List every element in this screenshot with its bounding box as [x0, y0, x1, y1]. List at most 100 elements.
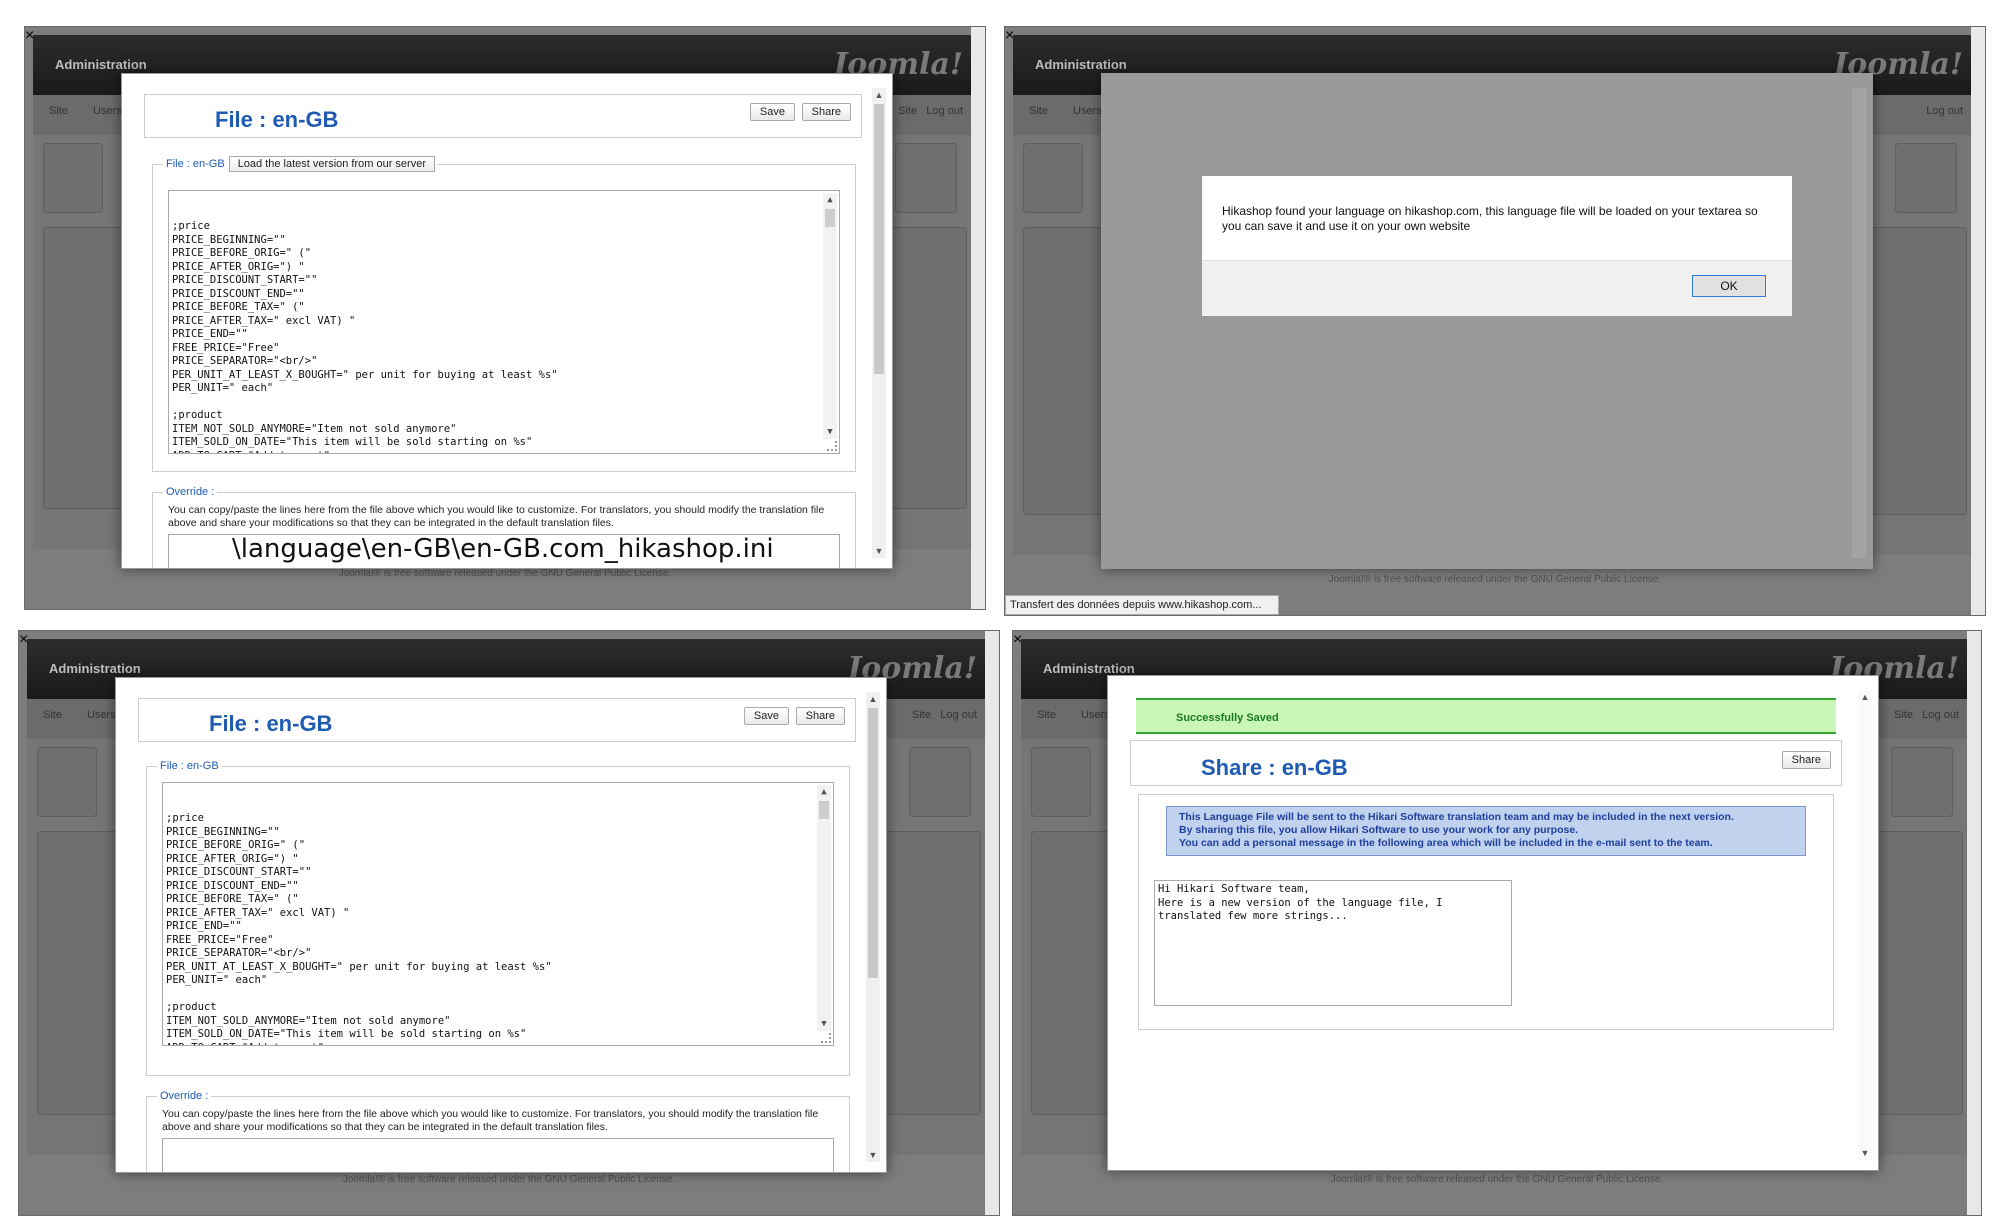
language-file-modal: File : en-GB Save Share File : en-GB ;pr… [115, 677, 887, 1173]
chevron-down-icon[interactable]: ▼ [872, 544, 886, 558]
file-path-annotation: \language\en-GB\en-GB.com_hikashop.ini [232, 534, 774, 564]
modal-scrollbar[interactable]: ▲ ▼ [1858, 690, 1872, 1160]
page-scrollbar[interactable] [971, 27, 985, 609]
dashboard-icon [1895, 143, 1957, 213]
share-title: Share : en-GB [1201, 755, 1348, 780]
success-message-bar: Successfully Saved [1136, 698, 1836, 734]
share-info-box: This Language File will be sent to the H… [1166, 806, 1806, 856]
view-site-link[interactable]: Site [912, 709, 931, 721]
language-file-modal: File : en-GB Save Share File : en-GB Load… [121, 73, 893, 569]
dashboard-icon [909, 747, 971, 817]
share-button[interactable]: Share [795, 707, 845, 725]
admin-title: Administration [49, 661, 141, 676]
chevron-up-icon[interactable]: ▲ [872, 88, 886, 102]
scroll-thumb[interactable] [825, 209, 835, 227]
share-button[interactable]: Share [1781, 751, 1831, 769]
chevron-down-icon[interactable]: ▼ [866, 1148, 880, 1162]
textarea-scrollbar[interactable]: ▲ ▼ [823, 193, 837, 439]
tools-icon [37, 747, 97, 817]
share-modal: Successfully Saved Share : en-GB Share T… [1107, 675, 1879, 1171]
file-toolbar: File : en-GB Save Share [144, 94, 862, 138]
admin-title: Administration [1043, 661, 1135, 676]
modal-scrollbar[interactable] [1852, 88, 1866, 558]
logout-link[interactable]: Log out [940, 709, 977, 721]
tools-icon [43, 143, 103, 213]
chevron-up-icon[interactable]: ▲ [866, 692, 880, 706]
page-scrollbar[interactable] [1967, 631, 1981, 1215]
browser-status-bar: Transfert des données depuis www.hikasho… [1005, 595, 1279, 615]
panel-top-right: Administration Joomla! Site Users Log ou… [1004, 26, 1986, 616]
override-legend: Override : [160, 1090, 209, 1102]
panel-bottom-right: Administration Joomla! Site Users Site L… [1012, 630, 1982, 1216]
chevron-up-icon[interactable]: ▲ [817, 785, 831, 799]
file-content: ;price PRICE_BEGINNING="" PRICE_BEFORE_O… [166, 812, 552, 1045]
logout-link[interactable]: Log out [926, 105, 963, 117]
menu-site[interactable]: Site [1029, 105, 1048, 117]
logout-link[interactable]: Log out [1922, 709, 1959, 721]
menu-users[interactable]: Users [87, 709, 116, 721]
dialog-message: Hikashop found your language on hikashop… [1222, 204, 1758, 233]
file-content: ;price PRICE_BEGINNING="" PRICE_BEFORE_O… [172, 220, 558, 453]
share-info-line2: By sharing this file, you allow Hikari S… [1179, 824, 1579, 836]
file-legend: File : en-GB [166, 158, 225, 170]
file-title: File : en-GB [209, 711, 333, 736]
tools-icon [1031, 747, 1091, 817]
chevron-down-icon[interactable]: ▼ [817, 1017, 831, 1031]
menu-site[interactable]: Site [43, 709, 62, 721]
file-content-textarea[interactable]: ;price PRICE_BEGINNING="" PRICE_BEFORE_O… [162, 782, 834, 1046]
save-button[interactable]: Save [749, 103, 795, 121]
logout-link[interactable]: Log out [1926, 105, 1963, 117]
file-content-textarea[interactable]: ;price PRICE_BEGINNING="" PRICE_BEFORE_O… [168, 190, 840, 454]
success-message: Successfully Saved [1176, 712, 1279, 724]
view-site-link[interactable]: Site [1894, 709, 1913, 721]
modal-scrollbar[interactable]: ▲ ▼ [866, 692, 880, 1162]
menu-users[interactable]: Users [1081, 709, 1110, 721]
save-button[interactable]: Save [743, 707, 789, 725]
dialog-footer: OK [1202, 260, 1792, 316]
scroll-thumb[interactable] [874, 104, 884, 374]
share-info-line1: This Language File will be sent to the H… [1179, 811, 1734, 823]
page-scrollbar[interactable] [1971, 27, 1985, 615]
file-toolbar: File : en-GB Save Share [138, 698, 856, 742]
override-textarea[interactable] [162, 1138, 834, 1172]
dashboard-icon [1891, 747, 1953, 817]
override-legend: Override : [166, 486, 215, 498]
chevron-down-icon[interactable]: ▼ [1858, 1146, 1872, 1160]
share-info-line3: You can add a personal message in the fo… [1179, 837, 1713, 849]
share-message-textarea[interactable]: Hi Hikari Software team, Here is a new v… [1154, 880, 1512, 1006]
admin-footer: Joomla!® is free software released under… [342, 1174, 676, 1185]
override-help-text: You can copy/paste the lines here from t… [168, 504, 825, 529]
admin-title: Administration [1035, 57, 1127, 72]
menu-users[interactable]: Users [1073, 105, 1102, 117]
resize-grip-icon[interactable] [821, 1033, 831, 1043]
admin-footer: Joomla!® is free software released under… [1330, 1174, 1664, 1185]
ok-button[interactable]: OK [1692, 275, 1766, 297]
load-latest-button[interactable]: Load the latest version from our server [228, 156, 435, 172]
admin-title: Administration [55, 57, 147, 72]
override-help-text: You can copy/paste the lines here from t… [162, 1108, 819, 1133]
resize-grip-icon[interactable] [827, 441, 837, 451]
modal-scrollbar[interactable]: ▲ ▼ [872, 88, 886, 558]
chevron-up-icon[interactable]: ▲ [823, 193, 837, 207]
menu-site[interactable]: Site [1037, 709, 1056, 721]
file-title: File : en-GB [215, 107, 339, 132]
scroll-thumb[interactable] [819, 801, 829, 819]
language-found-dialog: Hikashop found your language on hikashop… [1201, 175, 1793, 317]
chevron-up-icon[interactable]: ▲ [1858, 690, 1872, 704]
panel-bottom-left: Administration Joomla! Site Users Site L… [18, 630, 1000, 1216]
scroll-thumb[interactable] [868, 708, 878, 978]
share-button[interactable]: Share [801, 103, 851, 121]
dashboard-icon [895, 143, 957, 213]
menu-site[interactable]: Site [49, 105, 68, 117]
menu-users[interactable]: Users [93, 105, 122, 117]
loading-modal [1101, 73, 1873, 569]
chevron-down-icon[interactable]: ▼ [823, 425, 837, 439]
view-site-link[interactable]: Site [898, 105, 917, 117]
panel-top-left: Administration Joomla! Site Users Site L… [24, 26, 986, 610]
admin-footer: Joomla!® is free software released under… [1328, 574, 1662, 585]
share-toolbar: Share : en-GB Share [1130, 740, 1842, 786]
textarea-scrollbar[interactable]: ▲ ▼ [817, 785, 831, 1031]
admin-footer: Joomla!® is free software released under… [338, 568, 672, 579]
tools-icon [1023, 143, 1083, 213]
page-scrollbar[interactable] [985, 631, 999, 1215]
